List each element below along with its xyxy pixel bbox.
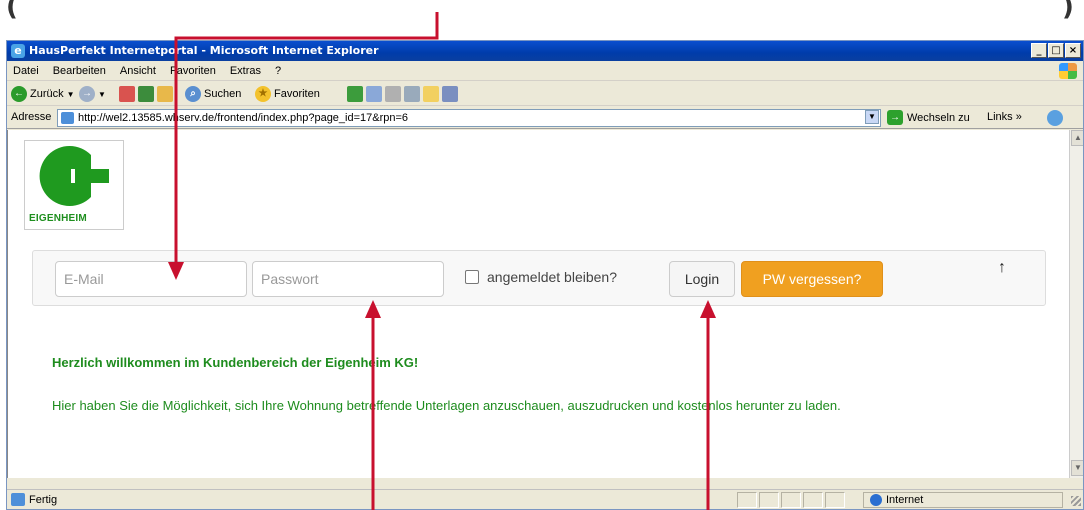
star-icon: ★	[255, 86, 271, 102]
login-button[interactable]: Login	[669, 261, 735, 297]
browser-window: e HausPerfekt Internetportal - Microsoft…	[6, 40, 1084, 510]
status-cell	[781, 492, 801, 508]
forward-arrow-icon: →	[79, 86, 95, 102]
globe-icon	[870, 494, 882, 506]
menu-help[interactable]: ?	[275, 65, 281, 77]
search-icon: ⌕	[185, 86, 201, 102]
refresh-icon[interactable]	[138, 86, 154, 102]
menu-view[interactable]: Ansicht	[120, 65, 156, 77]
home-icon[interactable]	[157, 86, 173, 102]
menu-file[interactable]: Datei	[13, 65, 39, 77]
windows-logo-icon	[1059, 63, 1077, 79]
remember-checkbox[interactable]	[465, 270, 479, 284]
security-zone: Internet	[863, 492, 1063, 508]
chevron-down-icon: ▼	[66, 89, 75, 99]
scroll-top-icon[interactable]: ↑	[998, 259, 1006, 277]
resize-grip[interactable]	[1071, 496, 1081, 506]
scroll-down-button[interactable]: ▼	[1071, 460, 1083, 476]
caption-close-paren: )	[1062, 0, 1074, 22]
logo-emblem-icon	[39, 146, 109, 206]
logo-text: EIGENHEIM	[29, 213, 87, 224]
address-label: Adresse	[11, 111, 52, 123]
remember-me[interactable]: angemeldet bleiben?	[465, 269, 617, 285]
chevron-down-icon: ▼	[98, 89, 106, 99]
url-dropdown-button[interactable]: ▼	[865, 110, 879, 124]
status-cell	[759, 492, 779, 508]
status-cell	[737, 492, 757, 508]
back-button[interactable]: ← Zurück ▼	[11, 85, 75, 103]
welcome-heading: Herzlich willkommen im Kundenbereich der…	[52, 355, 419, 370]
toolbar: ← Zurück ▼ → ▼ ⌕ Suchen ★ Favoriten	[7, 82, 1083, 106]
forgot-password-button[interactable]: PW vergessen?	[741, 261, 883, 297]
menu-edit[interactable]: Bearbeiten	[53, 65, 106, 77]
menu-favorites[interactable]: Favoriten	[170, 65, 216, 77]
url-text: http://wel2.13585.whserv.de/frontend/ind…	[78, 112, 409, 124]
annotation-caption: ( )	[0, 0, 1084, 36]
maximize-button[interactable]: □	[1048, 43, 1064, 58]
links-label: Links	[987, 111, 1013, 123]
status-bar: Fertig Internet	[7, 489, 1083, 509]
search-label: Suchen	[204, 88, 242, 100]
zone-label: Internet	[886, 494, 924, 506]
go-label: Wechseln zu	[907, 111, 970, 124]
address-bar: Adresse http://wel2.13585.whserv.de/fron…	[7, 107, 1083, 129]
email-placeholder: E-Mail	[64, 271, 104, 287]
tools-icon[interactable]	[1047, 110, 1063, 126]
messenger-icon[interactable]	[442, 86, 458, 102]
back-label: Zurück	[30, 88, 64, 100]
close-button[interactable]: ×	[1065, 43, 1081, 58]
print-icon[interactable]	[385, 86, 401, 102]
vertical-scrollbar[interactable]: ▲ ▼	[1069, 130, 1083, 478]
favorites-button[interactable]: ★ Favoriten	[255, 85, 320, 103]
links-button[interactable]: Links »	[987, 111, 1022, 123]
menu-tools[interactable]: Extras	[230, 65, 261, 77]
stop-icon[interactable]	[119, 86, 135, 102]
caption-open-paren: (	[6, 0, 18, 22]
minimize-button[interactable]: _	[1031, 43, 1047, 58]
forward-button[interactable]: → ▼	[79, 85, 106, 103]
history-icon[interactable]	[347, 86, 363, 102]
search-button[interactable]: ⌕ Suchen	[185, 85, 241, 103]
page-icon	[61, 112, 74, 124]
page-icon	[11, 493, 25, 506]
go-arrow-icon: →	[887, 110, 903, 125]
status-cell	[825, 492, 845, 508]
page-content: EIGENHEIM E-Mail Passwort angemeldet ble…	[7, 130, 1069, 478]
ie-icon: e	[11, 44, 25, 58]
mail-icon[interactable]	[366, 86, 382, 102]
title-bar: e HausPerfekt Internetportal - Microsoft…	[7, 41, 1083, 61]
company-logo: EIGENHEIM	[24, 140, 124, 230]
info-text: Hier haben Sie die Möglichkeit, sich Ihr…	[52, 398, 841, 413]
edit-icon[interactable]	[404, 86, 420, 102]
remember-label: angemeldet bleiben?	[487, 269, 617, 285]
status-text: Fertig	[29, 494, 58, 506]
favorites-label: Favoriten	[274, 88, 320, 100]
status-cell	[803, 492, 823, 508]
scroll-up-button[interactable]: ▲	[1071, 130, 1083, 146]
menu-bar: Datei Bearbeiten Ansicht Favoriten Extra…	[7, 61, 1083, 81]
window-title: HausPerfekt Internetportal - Microsoft I…	[29, 44, 379, 57]
url-input[interactable]: http://wel2.13585.whserv.de/frontend/ind…	[57, 109, 881, 127]
email-input[interactable]: E-Mail	[55, 261, 247, 297]
folder-icon[interactable]	[423, 86, 439, 102]
go-button[interactable]: → Wechseln zu	[887, 110, 970, 125]
login-panel: E-Mail Passwort angemeldet bleiben? Logi…	[32, 250, 1046, 306]
back-arrow-icon: ←	[11, 86, 27, 102]
password-placeholder: Passwort	[261, 271, 319, 287]
password-input[interactable]: Passwort	[252, 261, 444, 297]
